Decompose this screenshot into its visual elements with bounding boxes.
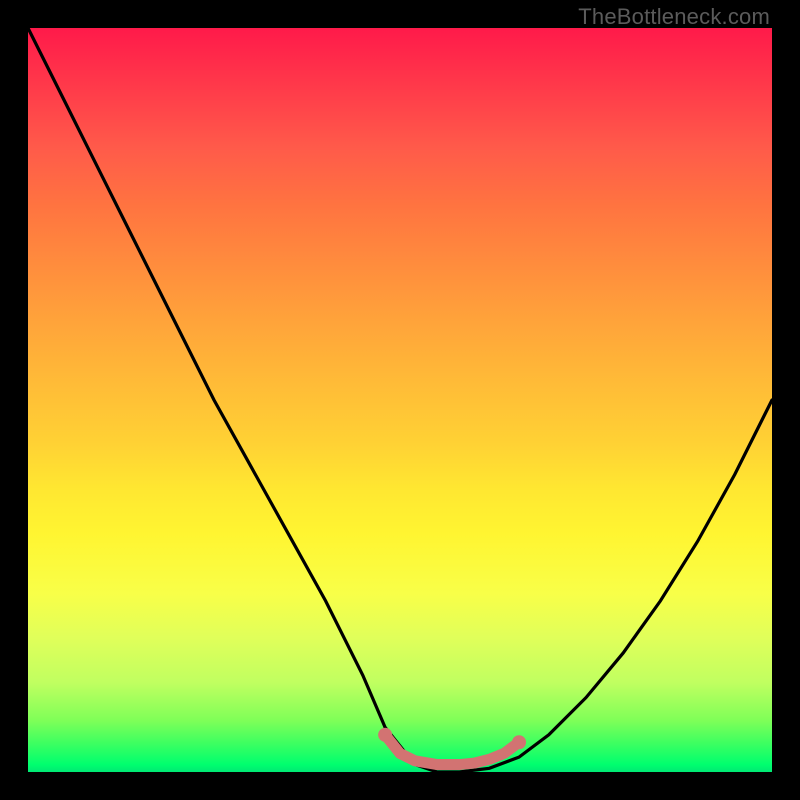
optimal-endpoint-dot bbox=[512, 735, 526, 749]
optimal-zone-marker bbox=[385, 735, 519, 765]
curve-layer bbox=[28, 28, 772, 772]
bottleneck-curve bbox=[28, 28, 772, 772]
plot-area bbox=[28, 28, 772, 772]
curve-svg bbox=[28, 28, 772, 772]
chart-container: TheBottleneck.com bbox=[0, 0, 800, 800]
optimal-endpoint-dot bbox=[378, 728, 392, 742]
watermark-text: TheBottleneck.com bbox=[578, 4, 770, 30]
